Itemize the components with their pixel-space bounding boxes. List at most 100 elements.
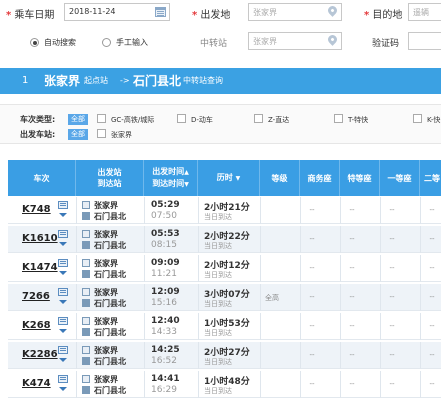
transfer-value: 张家界 <box>253 37 277 46</box>
expand-triangle-icon[interactable] <box>59 387 67 391</box>
col-duration[interactable]: 历时 ▼ <box>198 160 260 196</box>
type-d-checkbox[interactable] <box>177 114 186 123</box>
column-divider <box>198 197 199 224</box>
captcha-input[interactable] <box>408 32 441 50</box>
col-second: 二等 <box>424 173 440 183</box>
end-station-icon <box>82 299 90 307</box>
to-station: 石门县北 <box>94 212 126 221</box>
location-pin-icon[interactable] <box>326 33 339 46</box>
route-dest-suffix: 中转站查询 <box>183 76 223 85</box>
type-k-label: K-快 <box>427 116 441 124</box>
date-label: * 乘车日期 <box>6 10 55 21</box>
business-seat-cell: -- <box>309 380 315 388</box>
auto-search-radio[interactable] <box>30 38 39 47</box>
station-all-button[interactable]: 全部 <box>68 129 88 140</box>
stops-list-icon[interactable] <box>58 288 68 296</box>
col-times[interactable]: 出发时间▲ 到达时间▼ <box>144 160 198 196</box>
train-number-link[interactable]: K2286 <box>22 349 58 360</box>
table-row[interactable]: K2286 张家界 石门县北 14:25 16:52 2小时27分 当日到达 -- -- -- -- <box>8 342 441 369</box>
arrival-time: 16:29 <box>151 385 177 395</box>
table-row[interactable]: 7266 张家界 石门县北 12:09 15:16 3小时07分 当日到达 全高 -- -- -- -… <box>8 284 441 311</box>
start-station-icon <box>82 201 90 209</box>
type-z-checkbox[interactable] <box>254 114 263 123</box>
table-header: 车次 出发站 到达站 出发时间▲ 到达时间▼ 历时 ▼ 等级 商务座 特等座 一等座… <box>8 160 441 196</box>
expand-triangle-icon[interactable] <box>59 242 67 246</box>
expand-triangle-icon[interactable] <box>59 271 67 275</box>
transfer-field[interactable]: 张家界 <box>248 32 342 50</box>
train-number-link[interactable]: K474 <box>22 378 51 389</box>
column-divider <box>144 342 145 369</box>
to-field[interactable]: 遥辆 <box>408 3 441 21</box>
calendar-icon[interactable] <box>155 7 166 17</box>
start-station-icon <box>82 259 90 267</box>
table-row[interactable]: K1610 张家界 石门县北 05:53 08:15 2小时22分 当日到达 -- -- -- -- <box>8 226 441 253</box>
start-station-icon <box>82 317 90 325</box>
auto-search-label[interactable]: 自动搜索 <box>44 37 76 48</box>
from-station: 张家界 <box>94 259 118 268</box>
table-row[interactable]: K268 张家界 石门县北 12:40 14:33 1小时53分 当日到达 -- -- -- -- <box>8 313 441 340</box>
train-number-link[interactable]: K1474 <box>22 262 58 273</box>
stops-list-icon[interactable] <box>58 230 68 238</box>
table-row[interactable]: K474 张家界 石门县北 14:41 16:29 1小时48分 当日到达 -- -- -- -- <box>8 371 441 398</box>
query-form: * 乘车日期 2018-11-24 * 出发地 张家界 * 目的地 遥辆 自动搜… <box>0 0 441 60</box>
special-seat-cell: -- <box>349 351 355 359</box>
col-train[interactable]: 车次 <box>8 160 76 196</box>
expand-triangle-icon[interactable] <box>59 358 67 362</box>
type-gc-checkbox[interactable] <box>97 114 106 123</box>
business-seat-cell: -- <box>309 264 315 272</box>
date-field[interactable]: 2018-11-24 <box>64 3 170 21</box>
type-t-checkbox[interactable] <box>334 114 343 123</box>
column-divider <box>260 342 261 369</box>
stops-list-icon[interactable] <box>58 346 68 354</box>
departure-time: 09:09 <box>151 258 180 268</box>
second-seat-cell: -- <box>429 235 435 243</box>
to-station: 石门县北 <box>94 270 126 279</box>
end-station-icon <box>82 270 90 278</box>
end-station-icon <box>82 328 90 336</box>
captcha-label: 验证码 <box>372 39 400 49</box>
manual-input-label[interactable]: 手工输入 <box>116 37 148 48</box>
train-number-link[interactable]: K268 <box>22 320 51 331</box>
special-seat-cell: -- <box>349 206 355 214</box>
col-stations: 出发站 到达站 <box>76 160 144 196</box>
column-divider <box>198 226 199 253</box>
train-number-link[interactable]: K1610 <box>22 233 58 244</box>
end-station-icon <box>82 357 90 365</box>
table-row[interactable]: K1474 张家界 石门县北 09:09 11:21 2小时12分 当日到达 -- -- -- -- <box>8 255 441 282</box>
column-divider <box>76 313 77 340</box>
column-divider <box>198 342 199 369</box>
column-divider <box>76 284 77 311</box>
column-divider <box>198 371 199 398</box>
stops-list-icon[interactable] <box>58 375 68 383</box>
type-k-checkbox[interactable] <box>413 114 422 123</box>
stops-list-icon[interactable] <box>58 259 68 267</box>
to-station: 石门县北 <box>94 241 126 250</box>
grade-cell: 全高 <box>265 294 279 302</box>
station-label: 出发车站: <box>20 130 56 139</box>
expand-triangle-icon[interactable] <box>59 329 67 333</box>
type-t-label: T-特快 <box>348 116 369 124</box>
expand-triangle-icon[interactable] <box>59 300 67 304</box>
location-pin-icon[interactable] <box>326 4 339 17</box>
arrival-day: 当日到达 <box>204 358 232 366</box>
stops-list-icon[interactable] <box>58 317 68 325</box>
special-seat-cell: -- <box>349 380 355 388</box>
route-index: 1 <box>22 75 29 86</box>
second-seat-cell: -- <box>429 264 435 272</box>
from-field[interactable]: 张家界 <box>248 3 342 21</box>
arrival-time: 15:16 <box>151 298 177 308</box>
station-zjj-checkbox[interactable] <box>97 129 106 138</box>
arrival-time: 16:52 <box>151 356 177 366</box>
column-divider <box>260 197 261 224</box>
column-divider <box>76 197 77 224</box>
table-row[interactable]: K748 张家界 石门县北 05:29 07:50 2小时21分 当日到达 -- -- -- -- <box>8 197 441 224</box>
column-divider <box>260 255 261 282</box>
departure-time: 14:41 <box>151 374 180 384</box>
train-type-all-button[interactable]: 全部 <box>68 114 88 125</box>
manual-input-radio[interactable] <box>102 38 111 47</box>
train-number-link[interactable]: K748 <box>22 204 51 215</box>
type-z-label: Z-直达 <box>268 116 290 124</box>
train-number-link[interactable]: 7266 <box>22 291 50 302</box>
stops-list-icon[interactable] <box>58 201 68 209</box>
expand-triangle-icon[interactable] <box>59 213 67 217</box>
